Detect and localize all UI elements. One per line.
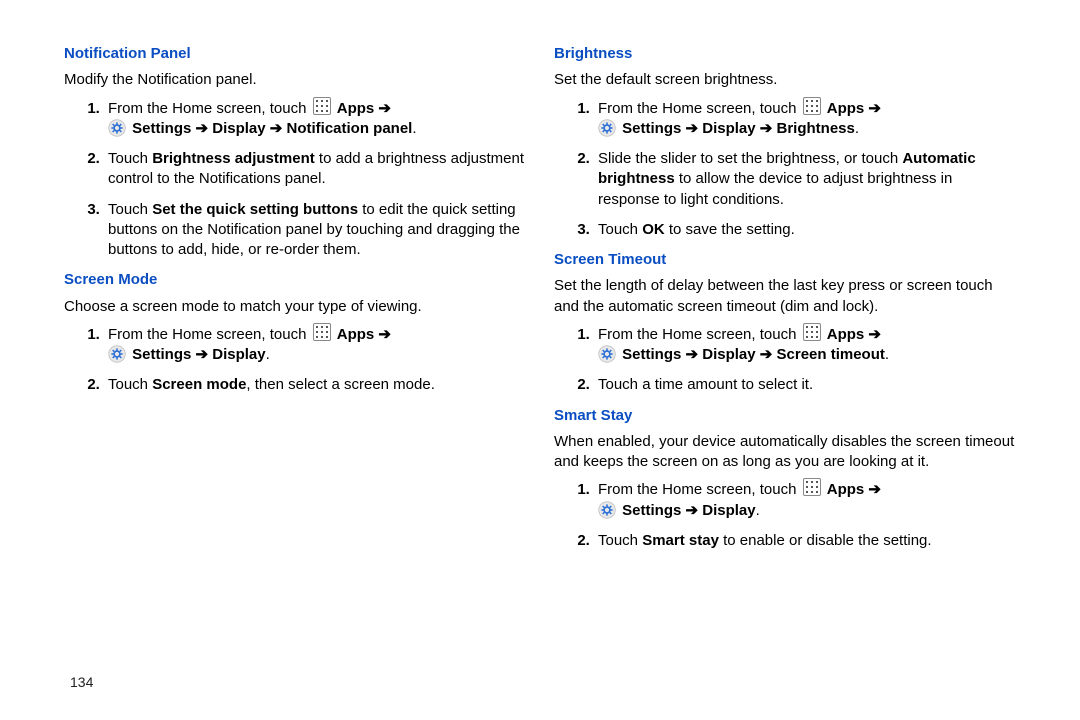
text: From the Home screen, touch [108, 326, 311, 343]
text: , then select a screen mode. [246, 376, 434, 393]
bold-term: Set the quick setting buttons [152, 201, 358, 218]
bold-term: OK [642, 221, 665, 238]
settings-icon [108, 119, 126, 137]
period: . [266, 346, 270, 363]
bold-term: Screen mode [152, 376, 246, 393]
apps-label: Apps [827, 100, 865, 117]
step: From the Home screen, touch Apps ➔ Setti… [104, 323, 526, 366]
bold-term: Brightness adjustment [152, 150, 315, 167]
heading-brightness: Brightness [554, 44, 1016, 64]
step: From the Home screen, touch Apps ➔ Setti… [594, 97, 1016, 140]
steps-brightness: From the Home screen, touch Apps ➔ Setti… [554, 97, 1016, 241]
apps-icon [313, 97, 331, 115]
intro-notification-panel: Modify the Notification panel. [64, 70, 526, 90]
bold-term: Smart stay [642, 532, 719, 549]
steps-smart-stay: From the Home screen, touch Apps ➔ Setti… [554, 478, 1016, 551]
nav-path: Settings ➔ Display ➔ Brightness [622, 120, 855, 137]
text: Touch [108, 376, 152, 393]
step: From the Home screen, touch Apps ➔ Setti… [594, 323, 1016, 366]
step: Touch Set the quick setting buttons to e… [104, 200, 526, 261]
settings-icon [108, 345, 126, 363]
text: From the Home screen, touch [108, 100, 311, 117]
text: From the Home screen, touch [598, 326, 801, 343]
nav-path: Settings ➔ Display [132, 346, 265, 363]
period: . [885, 346, 889, 363]
arrow: ➔ [864, 100, 881, 117]
manual-page: Notification Panel Modify the Notificati… [0, 0, 1080, 720]
step: Touch OK to save the setting. [594, 220, 1016, 240]
left-column: Notification Panel Modify the Notificati… [50, 40, 540, 700]
arrow: ➔ [864, 481, 881, 498]
intro-screen-timeout: Set the length of delay between the last… [554, 276, 1016, 317]
intro-screen-mode: Choose a screen mode to match your type … [64, 297, 526, 317]
steps-screen-timeout: From the Home screen, touch Apps ➔ Setti… [554, 323, 1016, 396]
heading-smart-stay: Smart Stay [554, 406, 1016, 426]
settings-icon [598, 119, 616, 137]
step: Touch Screen mode, then select a screen … [104, 375, 526, 395]
apps-label: Apps [827, 481, 865, 498]
step: Touch Brightness adjustment to add a bri… [104, 149, 526, 190]
text: to save the setting. [665, 221, 795, 238]
apps-icon [313, 323, 331, 341]
text: Touch [598, 221, 642, 238]
nav-path: Settings ➔ Display [622, 502, 755, 519]
nav-path: Settings ➔ Display ➔ Screen timeout [622, 346, 885, 363]
apps-icon [803, 323, 821, 341]
period: . [756, 502, 760, 519]
period: . [855, 120, 859, 137]
text: Slide the slider to set the brightness, … [598, 150, 902, 167]
arrow: ➔ [864, 326, 881, 343]
heading-notification-panel: Notification Panel [64, 44, 526, 64]
steps-notification-panel: From the Home screen, touch Apps ➔ Setti… [64, 97, 526, 261]
arrow: ➔ [374, 326, 391, 343]
step: From the Home screen, touch Apps ➔ Setti… [594, 478, 1016, 521]
settings-icon [598, 501, 616, 519]
text: Touch [108, 201, 152, 218]
text: From the Home screen, touch [598, 481, 801, 498]
step: Slide the slider to set the brightness, … [594, 149, 1016, 210]
text: From the Home screen, touch [598, 100, 801, 117]
step: Touch a time amount to select it. [594, 375, 1016, 395]
period: . [412, 120, 416, 137]
steps-screen-mode: From the Home screen, touch Apps ➔ Setti… [64, 323, 526, 396]
text: to enable or disable the setting. [719, 532, 932, 549]
text: Touch [598, 532, 642, 549]
heading-screen-mode: Screen Mode [64, 270, 526, 290]
right-column: Brightness Set the default screen bright… [540, 40, 1030, 700]
apps-icon [803, 97, 821, 115]
text: Touch [108, 150, 152, 167]
page-number: 134 [70, 674, 93, 690]
intro-smart-stay: When enabled, your device automatically … [554, 432, 1016, 473]
step: Touch Smart stay to enable or disable th… [594, 531, 1016, 551]
step: From the Home screen, touch Apps ➔ Setti… [104, 97, 526, 140]
intro-brightness: Set the default screen brightness. [554, 70, 1016, 90]
apps-label: Apps [827, 326, 865, 343]
heading-screen-timeout: Screen Timeout [554, 250, 1016, 270]
apps-icon [803, 478, 821, 496]
apps-label: Apps [337, 326, 375, 343]
apps-label: Apps [337, 100, 375, 117]
nav-path: Settings ➔ Display ➔ Notification panel [132, 120, 412, 137]
settings-icon [598, 345, 616, 363]
arrow: ➔ [374, 100, 391, 117]
